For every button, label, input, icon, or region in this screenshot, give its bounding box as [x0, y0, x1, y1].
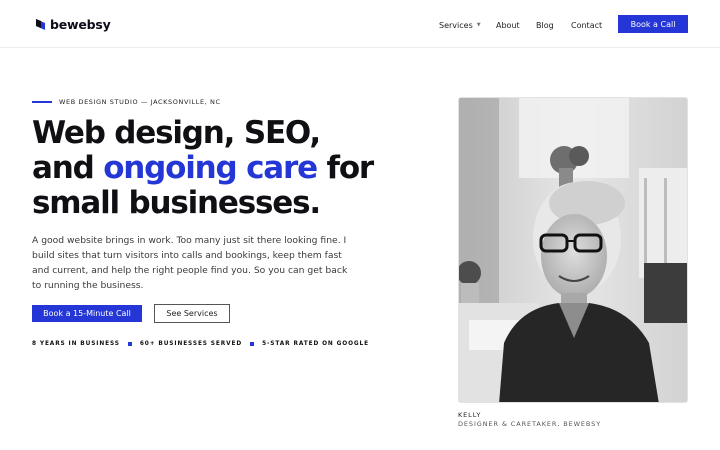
logo[interactable]: bewebsy — [36, 16, 111, 32]
stat-years: 8 YEARS IN BUSINESS — [32, 341, 120, 347]
see-services-button[interactable]: See Services — [154, 304, 230, 323]
site-header: bewebsy Services ▼ About Blog Contact Bo… — [0, 0, 720, 48]
chevron-down-icon: ▼ — [476, 22, 481, 28]
nav-item-contact[interactable]: Contact — [571, 19, 602, 31]
nav-item-about[interactable]: About — [496, 19, 520, 31]
nav-item-label: Contact — [571, 20, 603, 30]
portrait-role: DESIGNER & CARETAKER, BEWEBSY — [458, 420, 602, 428]
portrait-photo — [458, 97, 688, 403]
eyebrow: WEB DESIGN STUDIO — JACKSONVILLE, NC — [32, 97, 221, 107]
logo-text: bewebsy — [50, 16, 111, 32]
nav-item-blog[interactable]: Blog — [536, 19, 554, 31]
stat-businesses: 60+ BUSINESSES SERVED — [139, 341, 243, 347]
headline-accent: ongoing care — [103, 150, 318, 186]
headline-prefix: and — [32, 150, 95, 186]
nav-item-label: Blog — [536, 20, 554, 30]
eyebrow-text: WEB DESIGN STUDIO — JACKSONVILLE, NC — [59, 98, 221, 106]
headline-suffix: for — [326, 150, 375, 186]
nav-item-services[interactable]: Services ▼ — [439, 19, 481, 31]
square-bullet-icon — [127, 342, 132, 346]
stat-rating: 5-STAR RATED ON GOOGLE — [262, 341, 370, 347]
headline-line-2: and ongoing care for — [32, 151, 432, 186]
nav-item-label: Services — [439, 20, 473, 30]
eyebrow-rule — [32, 101, 52, 103]
hero-lead-paragraph: A good website brings in work. Too many … — [32, 235, 348, 291]
book-a-call-button[interactable]: Book a Call — [618, 15, 688, 33]
square-bullet-icon — [250, 342, 255, 346]
hero-headline: Web design, SEO, and ongoing care for sm… — [32, 116, 432, 221]
book-15-minute-call-button[interactable]: Book a 15-Minute Call — [32, 305, 142, 322]
portrait-name: KELLY — [458, 411, 482, 419]
headline-line-3: small businesses. — [32, 185, 321, 221]
trust-stats: 8 YEARS IN BUSINESS 60+ BUSINESSES SERVE… — [32, 339, 369, 349]
headline-line-1: Web design, SEO, — [32, 115, 321, 151]
nav-item-label: About — [496, 20, 520, 30]
bewebsy-logo-mark-icon — [36, 18, 45, 30]
